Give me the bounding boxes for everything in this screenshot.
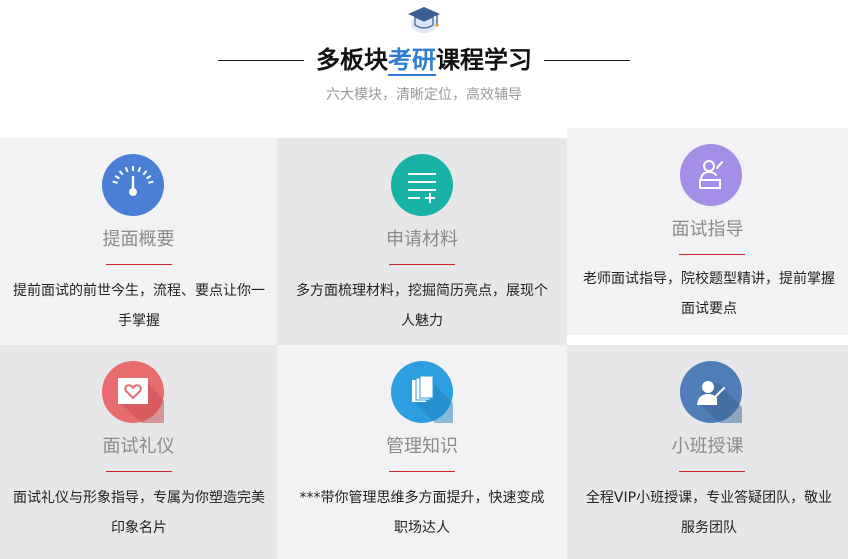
module-2-desc: 多方面梳理材料，挖掘简历亮点，展现个人魅力	[296, 283, 548, 329]
heart-card-icon	[118, 378, 164, 423]
list-plus-icon	[408, 173, 436, 203]
module-card-5[interactable]: 管理知识 ***带你管理思维多方面提升，快速变成职场达人	[277, 345, 567, 559]
module-card-1[interactable]: 提面概要 提前面试的前世今生，流程、要点让你一手掌握	[0, 138, 277, 345]
title-text-before: 多板块	[316, 46, 388, 74]
module-2-divider	[389, 264, 455, 265]
module-4-desc: 面试礼仪与形象指导，专属为你塑造完美印象名片	[13, 490, 265, 536]
module-6-title: 小班授课	[671, 436, 744, 457]
title-text-after: 课程学习	[436, 46, 532, 74]
module-card-4[interactable]: 面试礼仪 面试礼仪与形象指导，专属为你塑造完美印象名片	[0, 345, 277, 559]
books-icon	[412, 375, 453, 423]
module-1-divider	[106, 264, 172, 265]
module-3-divider	[679, 254, 745, 255]
section-header: 多板块考研课程学习 六大模块，清晰定位，高效辅导	[0, 0, 848, 130]
module-4-title: 面试礼仪	[102, 436, 175, 457]
module-5-title: 管理知识	[386, 436, 458, 457]
module-card-6[interactable]: 小班授课 全程VIP小班授课，专业答疑团队，敬业服务团队	[567, 345, 848, 559]
module-6-desc: 全程VIP小班授课，专业答疑团队，敬业服务团队	[585, 490, 833, 536]
module-1-title: 提面概要	[102, 229, 175, 250]
teacher-icon	[699, 160, 723, 189]
module-3-desc: 老师面试指导，院校题型精讲，提前掌握面试要点	[583, 271, 835, 317]
gauge-icon	[112, 166, 154, 196]
module-4-divider	[106, 471, 172, 472]
module-6-icon-circle	[680, 361, 742, 423]
module-5-desc: ***带你管理思维多方面提升，快速变成职场达人	[299, 490, 545, 536]
module-1-desc: 提前面试的前世今生，流程、要点让你一手掌握	[13, 283, 265, 329]
module-3-title: 面试指导	[671, 219, 744, 240]
page-subtitle: 六大模块，清晰定位，高效辅导	[326, 87, 522, 103]
module-4-icon-circle	[102, 361, 164, 423]
module-1-icon-circle	[102, 154, 164, 216]
title-highlight: 考研	[388, 46, 436, 76]
module-2-title: 申请材料	[386, 229, 458, 250]
module-2-icon-circle	[391, 154, 453, 216]
lecturer-icon	[697, 381, 742, 423]
page-title: 多板块考研课程学习	[0, 42, 848, 78]
module-5-divider	[389, 471, 455, 472]
graduation-cap-icon	[408, 7, 440, 33]
module-6-divider	[679, 471, 745, 472]
module-3-icon-circle	[680, 144, 742, 206]
title-row: 多板块考研课程学习	[0, 42, 848, 80]
module-card-2[interactable]: 申请材料 多方面梳理材料，挖掘简历亮点，展现个人魅力	[277, 138, 567, 345]
module-card-3[interactable]: 面试指导 老师面试指导，院校题型精讲，提前掌握面试要点	[567, 128, 848, 335]
module-5-icon-circle	[391, 361, 453, 423]
